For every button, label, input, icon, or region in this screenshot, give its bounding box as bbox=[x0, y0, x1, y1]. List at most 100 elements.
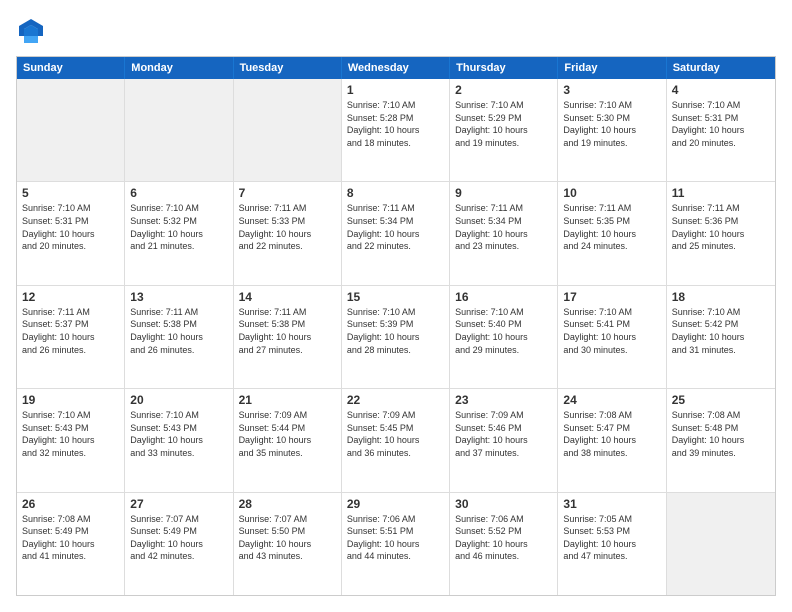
day-cell-16: 16 Sunrise: 7:10 AMSunset: 5:40 PMDayligh… bbox=[450, 286, 558, 388]
day-cell-18: 18 Sunrise: 7:10 AMSunset: 5:42 PMDayligh… bbox=[667, 286, 775, 388]
calendar-body: 1 Sunrise: 7:10 AMSunset: 5:28 PMDaylight… bbox=[17, 79, 775, 595]
day-number: 30 bbox=[455, 497, 552, 511]
day-info: Sunrise: 7:10 AMSunset: 5:43 PMDaylight:… bbox=[130, 409, 227, 459]
day-cell-9: 9 Sunrise: 7:11 AMSunset: 5:34 PMDaylight… bbox=[450, 182, 558, 284]
calendar-header: SundayMondayTuesdayWednesdayThursdayFrid… bbox=[17, 57, 775, 79]
day-cell-11: 11 Sunrise: 7:11 AMSunset: 5:36 PMDayligh… bbox=[667, 182, 775, 284]
day-cell-17: 17 Sunrise: 7:10 AMSunset: 5:41 PMDayligh… bbox=[558, 286, 666, 388]
calendar: SundayMondayTuesdayWednesdayThursdayFrid… bbox=[16, 56, 776, 596]
day-info: Sunrise: 7:08 AMSunset: 5:49 PMDaylight:… bbox=[22, 513, 119, 563]
day-info: Sunrise: 7:11 AMSunset: 5:35 PMDaylight:… bbox=[563, 202, 660, 252]
day-info: Sunrise: 7:09 AMSunset: 5:44 PMDaylight:… bbox=[239, 409, 336, 459]
day-number: 7 bbox=[239, 186, 336, 200]
day-number: 31 bbox=[563, 497, 660, 511]
day-cell-28: 28 Sunrise: 7:07 AMSunset: 5:50 PMDayligh… bbox=[234, 493, 342, 595]
day-cell-8: 8 Sunrise: 7:11 AMSunset: 5:34 PMDaylight… bbox=[342, 182, 450, 284]
day-number: 16 bbox=[455, 290, 552, 304]
day-number: 18 bbox=[672, 290, 770, 304]
day-cell-10: 10 Sunrise: 7:11 AMSunset: 5:35 PMDayligh… bbox=[558, 182, 666, 284]
day-number: 6 bbox=[130, 186, 227, 200]
day-info: Sunrise: 7:10 AMSunset: 5:41 PMDaylight:… bbox=[563, 306, 660, 356]
day-number: 1 bbox=[347, 83, 444, 97]
day-cell-21: 21 Sunrise: 7:09 AMSunset: 5:44 PMDayligh… bbox=[234, 389, 342, 491]
empty-cell bbox=[667, 493, 775, 595]
day-number: 25 bbox=[672, 393, 770, 407]
day-number: 5 bbox=[22, 186, 119, 200]
day-number: 29 bbox=[347, 497, 444, 511]
day-info: Sunrise: 7:11 AMSunset: 5:37 PMDaylight:… bbox=[22, 306, 119, 356]
day-info: Sunrise: 7:10 AMSunset: 5:40 PMDaylight:… bbox=[455, 306, 552, 356]
day-number: 26 bbox=[22, 497, 119, 511]
day-cell-24: 24Sunrise: 7:08 AMSunset: 5:47 PMDayligh… bbox=[558, 389, 666, 491]
calendar-week-4: 26 Sunrise: 7:08 AMSunset: 5:49 PMDayligh… bbox=[17, 493, 775, 595]
day-number: 19 bbox=[22, 393, 119, 407]
day-info: Sunrise: 7:06 AMSunset: 5:51 PMDaylight:… bbox=[347, 513, 444, 563]
day-cell-31: 31 Sunrise: 7:05 AMSunset: 5:53 PMDayligh… bbox=[558, 493, 666, 595]
header-day-friday: Friday bbox=[558, 57, 666, 79]
day-number: 8 bbox=[347, 186, 444, 200]
empty-cell bbox=[234, 79, 342, 181]
day-info: Sunrise: 7:11 AMSunset: 5:34 PMDaylight:… bbox=[455, 202, 552, 252]
day-number: 22 bbox=[347, 393, 444, 407]
header-day-tuesday: Tuesday bbox=[234, 57, 342, 79]
header-day-thursday: Thursday bbox=[450, 57, 558, 79]
day-number: 23 bbox=[455, 393, 552, 407]
day-cell-1: 1 Sunrise: 7:10 AMSunset: 5:28 PMDaylight… bbox=[342, 79, 450, 181]
day-cell-19: 19Sunrise: 7:10 AMSunset: 5:43 PMDayligh… bbox=[17, 389, 125, 491]
day-info: Sunrise: 7:10 AMSunset: 5:42 PMDaylight:… bbox=[672, 306, 770, 356]
day-info: Sunrise: 7:11 AMSunset: 5:36 PMDaylight:… bbox=[672, 202, 770, 252]
day-cell-3: 3Sunrise: 7:10 AMSunset: 5:30 PMDaylight… bbox=[558, 79, 666, 181]
day-info: Sunrise: 7:11 AMSunset: 5:33 PMDaylight:… bbox=[239, 202, 336, 252]
day-cell-4: 4 Sunrise: 7:10 AMSunset: 5:31 PMDaylight… bbox=[667, 79, 775, 181]
logo-icon bbox=[16, 16, 46, 46]
day-number: 17 bbox=[563, 290, 660, 304]
day-number: 28 bbox=[239, 497, 336, 511]
calendar-week-0: 1 Sunrise: 7:10 AMSunset: 5:28 PMDaylight… bbox=[17, 79, 775, 182]
day-number: 10 bbox=[563, 186, 660, 200]
day-cell-23: 23Sunrise: 7:09 AMSunset: 5:46 PMDayligh… bbox=[450, 389, 558, 491]
day-info: Sunrise: 7:07 AMSunset: 5:50 PMDaylight:… bbox=[239, 513, 336, 563]
calendar-week-1: 5 Sunrise: 7:10 AMSunset: 5:31 PMDaylight… bbox=[17, 182, 775, 285]
day-cell-12: 12Sunrise: 7:11 AMSunset: 5:37 PMDayligh… bbox=[17, 286, 125, 388]
header-day-sunday: Sunday bbox=[17, 57, 125, 79]
day-number: 2 bbox=[455, 83, 552, 97]
day-number: 4 bbox=[672, 83, 770, 97]
day-info: Sunrise: 7:11 AMSunset: 5:38 PMDaylight:… bbox=[239, 306, 336, 356]
day-number: 13 bbox=[130, 290, 227, 304]
day-cell-2: 2 Sunrise: 7:10 AMSunset: 5:29 PMDaylight… bbox=[450, 79, 558, 181]
day-cell-13: 13 Sunrise: 7:11 AMSunset: 5:38 PMDayligh… bbox=[125, 286, 233, 388]
day-cell-27: 27Sunrise: 7:07 AMSunset: 5:49 PMDayligh… bbox=[125, 493, 233, 595]
day-number: 14 bbox=[239, 290, 336, 304]
logo bbox=[16, 16, 50, 46]
page: SundayMondayTuesdayWednesdayThursdayFrid… bbox=[0, 0, 792, 612]
day-number: 9 bbox=[455, 186, 552, 200]
day-number: 15 bbox=[347, 290, 444, 304]
header-day-saturday: Saturday bbox=[667, 57, 775, 79]
day-cell-30: 30 Sunrise: 7:06 AMSunset: 5:52 PMDayligh… bbox=[450, 493, 558, 595]
day-number: 20 bbox=[130, 393, 227, 407]
calendar-week-2: 12Sunrise: 7:11 AMSunset: 5:37 PMDayligh… bbox=[17, 286, 775, 389]
day-info: Sunrise: 7:05 AMSunset: 5:53 PMDaylight:… bbox=[563, 513, 660, 563]
header bbox=[16, 16, 776, 46]
day-cell-6: 6 Sunrise: 7:10 AMSunset: 5:32 PMDaylight… bbox=[125, 182, 233, 284]
day-info: Sunrise: 7:11 AMSunset: 5:38 PMDaylight:… bbox=[130, 306, 227, 356]
day-info: Sunrise: 7:10 AMSunset: 5:31 PMDaylight:… bbox=[672, 99, 770, 149]
day-cell-14: 14 Sunrise: 7:11 AMSunset: 5:38 PMDayligh… bbox=[234, 286, 342, 388]
header-day-monday: Monday bbox=[125, 57, 233, 79]
day-cell-15: 15Sunrise: 7:10 AMSunset: 5:39 PMDayligh… bbox=[342, 286, 450, 388]
day-info: Sunrise: 7:06 AMSunset: 5:52 PMDaylight:… bbox=[455, 513, 552, 563]
day-cell-5: 5 Sunrise: 7:10 AMSunset: 5:31 PMDaylight… bbox=[17, 182, 125, 284]
day-number: 24 bbox=[563, 393, 660, 407]
header-day-wednesday: Wednesday bbox=[342, 57, 450, 79]
day-info: Sunrise: 7:10 AMSunset: 5:32 PMDaylight:… bbox=[130, 202, 227, 252]
day-info: Sunrise: 7:10 AMSunset: 5:30 PMDaylight:… bbox=[563, 99, 660, 149]
day-info: Sunrise: 7:07 AMSunset: 5:49 PMDaylight:… bbox=[130, 513, 227, 563]
day-info: Sunrise: 7:10 AMSunset: 5:28 PMDaylight:… bbox=[347, 99, 444, 149]
empty-cell bbox=[125, 79, 233, 181]
day-info: Sunrise: 7:10 AMSunset: 5:31 PMDaylight:… bbox=[22, 202, 119, 252]
day-info: Sunrise: 7:11 AMSunset: 5:34 PMDaylight:… bbox=[347, 202, 444, 252]
day-number: 11 bbox=[672, 186, 770, 200]
day-info: Sunrise: 7:10 AMSunset: 5:29 PMDaylight:… bbox=[455, 99, 552, 149]
day-number: 21 bbox=[239, 393, 336, 407]
day-cell-25: 25Sunrise: 7:08 AMSunset: 5:48 PMDayligh… bbox=[667, 389, 775, 491]
